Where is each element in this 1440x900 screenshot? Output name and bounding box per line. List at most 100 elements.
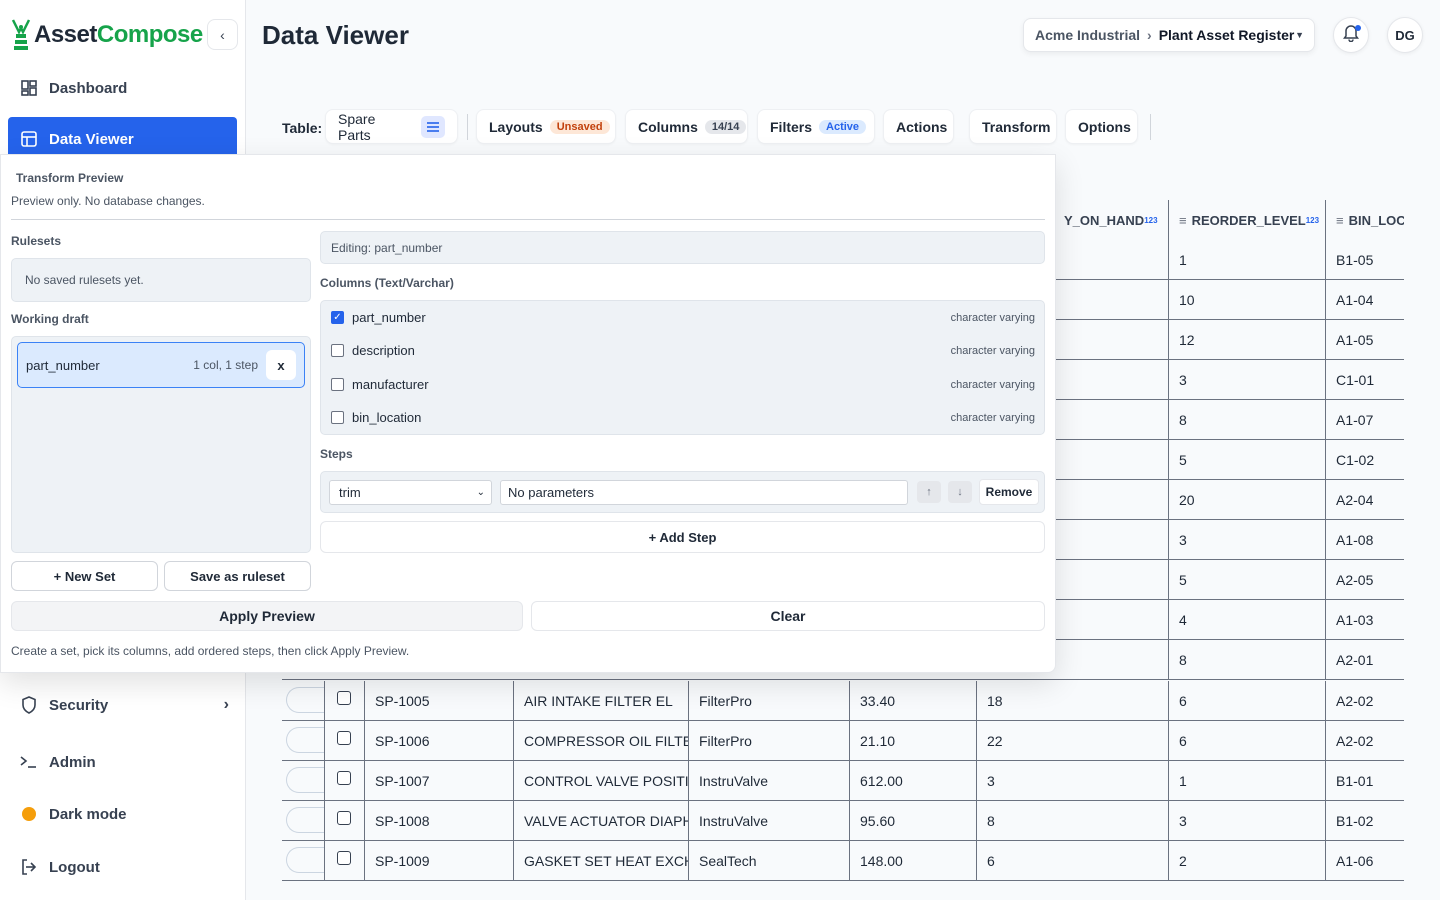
cell-bin-location: A1-08 [1325,520,1404,559]
checkbox-checked[interactable]: ✓ [331,311,344,324]
remove-step-button[interactable]: Remove [979,479,1039,505]
move-step-down-button[interactable]: ↓ [948,481,972,503]
row-checkbox[interactable] [337,811,351,825]
column-option-description[interactable]: description character varying [331,334,1035,367]
cell-description: COMPRESSOR OIL FILTE [513,721,688,760]
checkbox[interactable] [331,344,344,357]
row-expand-handle[interactable] [286,767,324,793]
collapse-sidebar-button[interactable]: ‹ [207,19,238,50]
column-header-label: Y_ON_HAND [1064,212,1145,228]
row-checkbox[interactable] [337,731,351,745]
apply-preview-button[interactable]: Apply Preview [11,601,523,631]
app-logo[interactable]: AssetCompose [10,16,203,54]
rulesets-empty-state: No saved rulesets yet. [11,258,311,302]
notifications-button[interactable] [1333,17,1369,53]
sidebar-item-label: Data Viewer [49,130,134,148]
cell-reorder-level: 4 [1168,600,1326,639]
column-name: part_number [352,310,426,325]
step-row: trim ⌄ No parameters ↑ ↓ Remove [320,471,1045,513]
checkbox[interactable] [331,411,344,424]
row-checkbox[interactable] [337,851,351,865]
arrow-up-icon: ↑ [926,486,932,498]
menu-icon[interactable] [421,115,445,138]
row-select-cell [324,721,364,760]
cell-bin-location: B1-02 [1325,801,1404,840]
cell-reorder-level: 20 [1168,480,1326,519]
cell-unit-cost: 95.60 [849,801,976,840]
layouts-button[interactable]: Layouts Unsaved [476,109,616,144]
cell-part-number: SP-1005 [364,681,513,720]
cell-bin-location: A1-04 [1325,280,1404,319]
filters-active-badge: Active [819,119,867,134]
column-option-bin-location[interactable]: bin_location character varying [331,401,1035,434]
step-operation-select[interactable]: trim ⌄ [329,480,492,505]
workspace-breadcrumb[interactable]: Acme Industrial › Plant Asset Register ▼ [1023,18,1315,52]
cell-bin-location: C1-01 [1325,360,1404,399]
arrow-down-icon: ↓ [957,486,963,498]
draft-set-meta: 1 col, 1 step [193,358,258,372]
remove-draft-button[interactable]: x [266,350,296,380]
sidebar-item-label: Admin [49,753,96,771]
row-expand-handle[interactable] [286,727,324,753]
sidebar-item-label: Logout [49,858,100,876]
cell-bin-location: A2-02 [1325,721,1404,760]
cell-qty-on-hand: 18 [976,681,1168,720]
column-header-qty-on-hand[interactable]: Y_ON_HAND 123 [1054,200,1169,240]
cell-reorder-level: 5 [1168,560,1326,599]
drag-handle-icon[interactable]: ≡ [1336,213,1344,228]
cell-reorder-level: 6 [1168,721,1326,760]
filters-button[interactable]: Filters Active [757,109,875,144]
column-option-manufacturer[interactable]: manufacturer character varying [331,368,1035,401]
drag-handle-icon[interactable]: ≡ [1179,213,1187,228]
row-expand-handle[interactable] [286,807,324,833]
avatar[interactable]: DG [1387,17,1423,53]
column-header-bin-location[interactable]: ≡ BIN_LOCA [1325,200,1404,240]
sidebar-item-admin[interactable]: Admin [8,740,237,784]
draft-set-name: part_number [26,357,100,373]
column-header-reorder-level[interactable]: ≡ REORDER_LEVEL 123 [1168,200,1326,240]
sidebar-item-logout[interactable]: Logout [8,845,237,889]
save-ruleset-button[interactable]: Save as ruleset [164,561,311,591]
row-expand-handle[interactable] [286,687,324,713]
options-button[interactable]: Options [1065,109,1138,144]
cell-manufacturer: FilterPro [688,721,849,760]
cell-qty-on-hand: 22 [976,721,1168,760]
table-label: Table: [282,120,323,136]
column-type: character varying [950,311,1035,324]
cell-description: CONTROL VALVE POSITI [513,761,688,800]
table-selector[interactable]: Spare Parts [325,109,458,144]
cell-reorder-level: 6 [1168,681,1326,720]
transform-button[interactable]: Transform [969,109,1057,144]
table-row: SP-1006 COMPRESSOR OIL FILTE FilterPro 21.1… [282,721,1404,761]
actions-button[interactable]: Actions [883,109,954,144]
logout-icon [20,858,38,876]
cell-part-number: SP-1009 [364,841,513,880]
row-checkbox[interactable] [337,691,351,705]
sidebar-item-security[interactable]: Security › [8,683,237,727]
working-draft-label: Working draft [11,312,89,326]
column-type: character varying [950,378,1035,391]
row-expand-handle[interactable] [286,847,324,873]
cell-qty-on-hand: 8 [976,801,1168,840]
new-set-button[interactable]: + New Set [11,561,158,591]
columns-button[interactable]: Columns 14/14 [625,109,748,144]
notification-dot [1355,25,1361,31]
column-option-part-number[interactable]: ✓ part_number character varying [331,301,1035,334]
add-step-button[interactable]: + Add Step [320,521,1045,553]
cell-bin-location: C1-02 [1325,440,1404,479]
move-step-up-button[interactable]: ↑ [917,481,941,503]
dark-mode-toggle[interactable]: Dark mode [8,792,237,836]
clear-button[interactable]: Clear [531,601,1045,631]
cell-qty-on-hand: 3 [976,761,1168,800]
step-parameters-field[interactable]: No parameters [500,480,908,505]
numeric-type-tag: 123 [1144,215,1158,225]
checkbox[interactable] [331,378,344,391]
cell-qty-on-hand: 6 [976,841,1168,880]
sidebar-item-dashboard[interactable]: Dashboard [8,66,237,110]
row-select-cell [324,801,364,840]
divider [11,219,1045,220]
cell-manufacturer: InstruValve [688,801,849,840]
row-checkbox[interactable] [337,771,351,785]
cell-manufacturer: FilterPro [688,681,849,720]
draft-set-item[interactable]: part_number 1 col, 1 step x [17,342,305,388]
